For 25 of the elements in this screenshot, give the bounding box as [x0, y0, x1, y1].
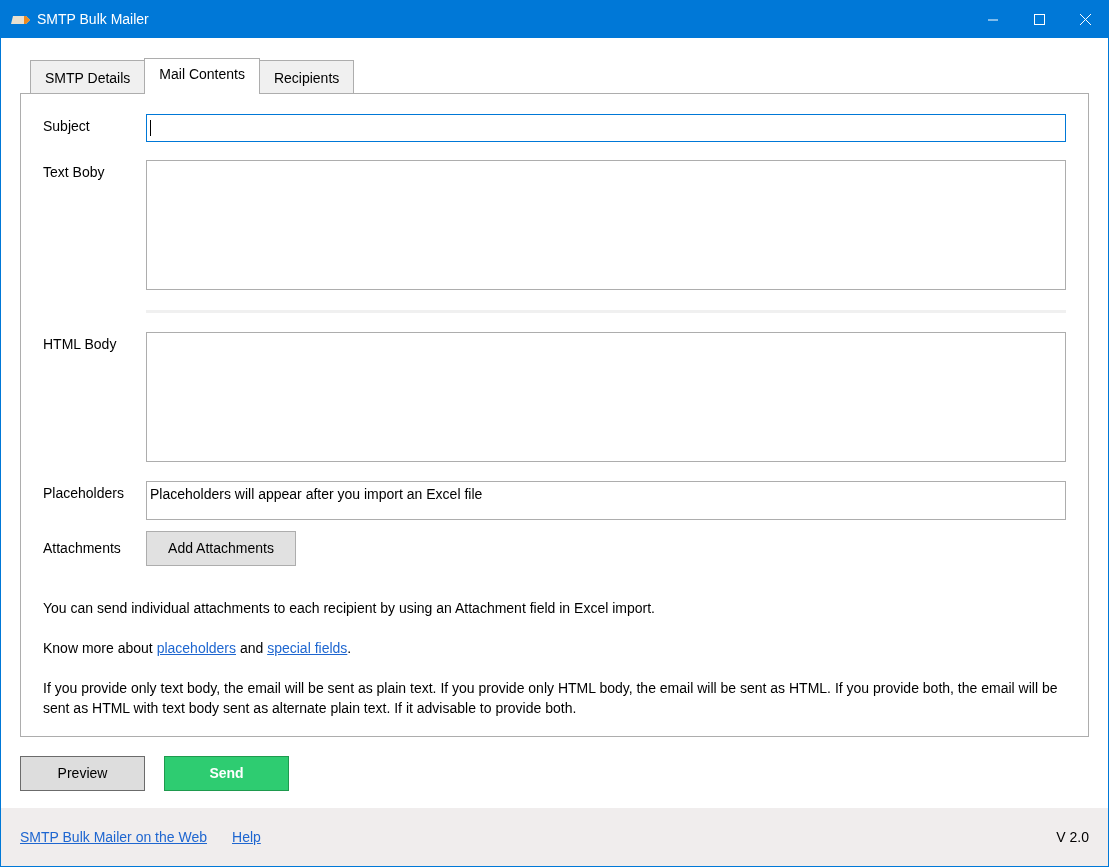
- footer-link[interactable]: SMTP Bulk Mailer on the Web: [20, 826, 207, 848]
- window-title: SMTP Bulk Mailer: [37, 10, 149, 29]
- field-label: Subject: [43, 117, 91, 136]
- inline-link[interactable]: placeholders: [156, 640, 236, 656]
- field-label: Placeholders: [43, 484, 125, 503]
- preview-button[interactable]: Preview: [20, 756, 145, 791]
- info-text: If you provide only text body, the email will be sent as plain text. If you provide only HTML body, the email will be sent as HTML. If you provide both, the email will be sent as HTML with text body sent as alternate plain text. If it advisable to provide both.: [43, 679, 1059, 718]
- info-text: Know more about placeholders and special fields.: [43, 639, 353, 658]
- close-icon: [1079, 14, 1091, 25]
- add-attachments-button[interactable]: Add Attachments: [146, 531, 296, 566]
- tab[interactable]: SMTP Details: [30, 60, 146, 93]
- subject-input[interactable]: [146, 114, 1066, 142]
- footer-link[interactable]: Help: [232, 826, 261, 848]
- text-area[interactable]: [146, 160, 1066, 290]
- field-label: HTML Body: [43, 335, 118, 354]
- text-area[interactable]: [146, 332, 1066, 462]
- tab[interactable]: Recipients: [258, 60, 355, 93]
- field-label: Attachments: [43, 539, 122, 558]
- field-label: Text Boby: [43, 163, 106, 182]
- placeholders-box: Placeholders will appear after you import an Excel file: [146, 481, 1066, 520]
- tab[interactable]: Mail Contents: [144, 58, 260, 94]
- maximize-icon: [1033, 14, 1045, 25]
- info-text: You can send individual attachments to each recipient by using an Attachment field in Excel import.: [43, 599, 656, 618]
- envelope-icon: [11, 14, 31, 25]
- version-label: V 2.0: [1056, 827, 1089, 847]
